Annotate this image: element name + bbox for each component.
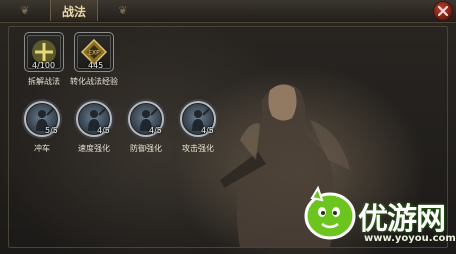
dismantle-tactic-slot[interactable]: 4/100 bbox=[24, 32, 64, 72]
svg-text:EXP: EXP bbox=[88, 50, 100, 57]
ornament-right-icon: ❦ bbox=[118, 4, 128, 17]
close-icon bbox=[438, 6, 448, 16]
mascot-logo-icon bbox=[304, 186, 356, 240]
skill-label-defense: 防御强化 bbox=[130, 144, 162, 153]
exp-count: 445 bbox=[88, 61, 104, 70]
ornament-left-icon: ❦ bbox=[20, 4, 30, 17]
watermark-url: www.yoyou.com bbox=[364, 233, 456, 244]
skill-label-attack: 攻击强化 bbox=[182, 144, 214, 153]
skill-level-charge: 5/5 bbox=[45, 126, 58, 135]
watermark-brand: 优游网 bbox=[358, 202, 446, 237]
site-watermark: 优游网 www.yoyou.com bbox=[300, 182, 456, 252]
skill-level-defense: 4/5 bbox=[149, 126, 162, 135]
skill-label-charge: 冲车 bbox=[34, 144, 50, 153]
title-tab: 战法 bbox=[50, 0, 98, 21]
skill-label-speed: 速度强化 bbox=[78, 144, 110, 153]
convert-exp-slot[interactable]: EXP 445 bbox=[74, 32, 114, 72]
title-bar: ❦ 战法 ❦ bbox=[0, 0, 456, 23]
convert-exp-label: 转化战法经验 bbox=[70, 77, 118, 86]
tactics-panel: ❦ 战法 ❦ 4/100 拆解战法 EXP 445 转化战法经验 5/5 冲车 … bbox=[0, 0, 456, 254]
window-title: 战法 bbox=[61, 5, 86, 19]
skill-level-attack: 4/5 bbox=[201, 126, 214, 135]
dismantle-count: 4/100 bbox=[32, 61, 56, 70]
close-button[interactable] bbox=[433, 1, 453, 21]
skill-level-speed: 4/5 bbox=[97, 126, 110, 135]
